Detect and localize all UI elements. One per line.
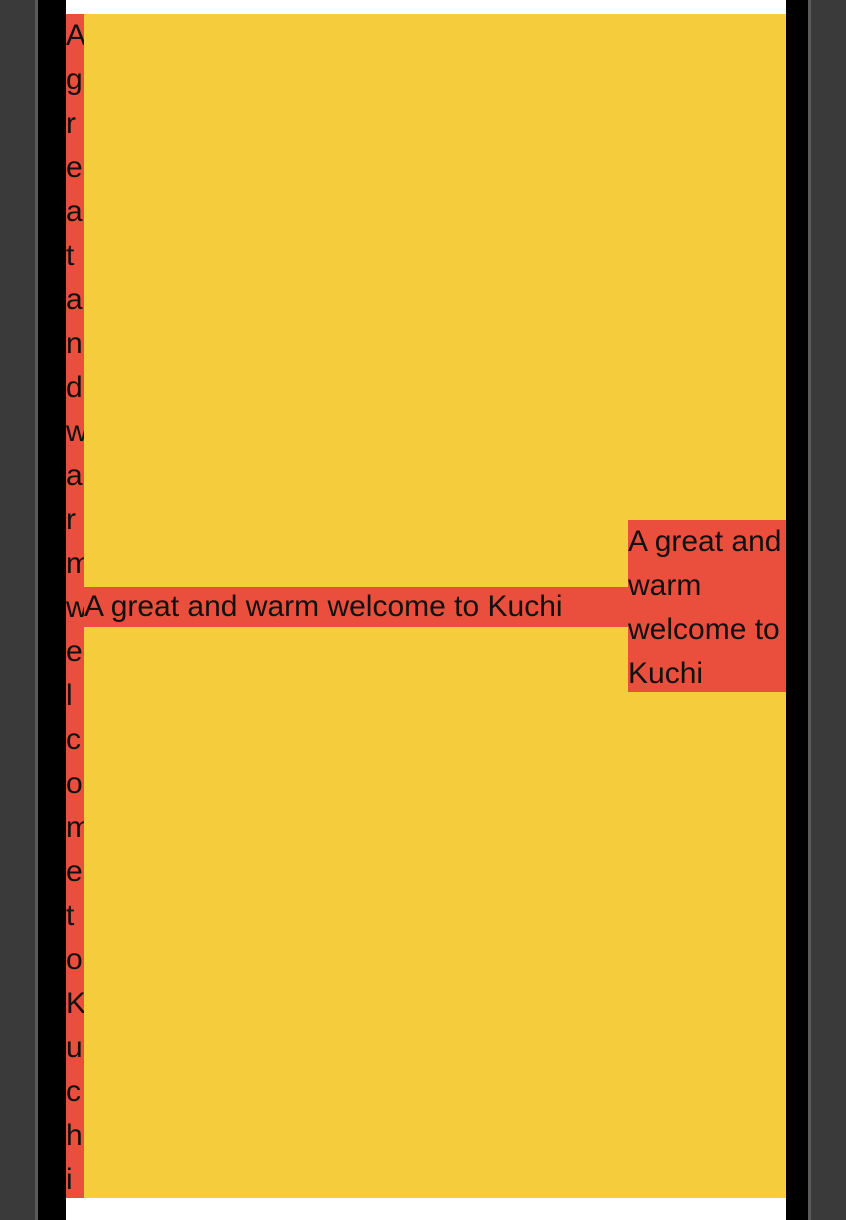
vertical-label-char: g bbox=[66, 63, 83, 96]
vertical-label-char: a bbox=[66, 283, 83, 316]
vertical-label-char: w bbox=[66, 591, 84, 624]
wrapped-welcome-label: A great and warm welcome to Kuchi bbox=[628, 520, 786, 692]
vertical-label-char: l bbox=[66, 679, 73, 712]
vertical-label-char: A bbox=[66, 19, 84, 52]
vertical-label-char: c bbox=[66, 723, 81, 756]
vertical-label-char: h bbox=[66, 1119, 83, 1152]
content-canvas: AgreatandwarmwelcometoKuchi A great and … bbox=[66, 14, 786, 1198]
vertical-label-char: u bbox=[66, 1031, 83, 1064]
vertical-label-char: w bbox=[66, 415, 84, 448]
vertical-label-char: n bbox=[66, 327, 83, 360]
vertical-label-char: c bbox=[66, 1075, 81, 1108]
vertical-label-char: a bbox=[66, 195, 83, 228]
vertical-label-char: K bbox=[66, 987, 84, 1020]
vertical-label-char: r bbox=[66, 107, 76, 140]
vertical-label-char: d bbox=[66, 371, 83, 404]
vertical-label-char: i bbox=[66, 1163, 73, 1196]
vertical-label-char: o bbox=[66, 943, 83, 976]
vertical-label-char: e bbox=[66, 855, 83, 888]
vertical-label-char: m bbox=[66, 811, 84, 844]
vertical-label-char: o bbox=[66, 767, 83, 800]
vertical-label-char: t bbox=[66, 899, 75, 932]
vertical-label-char: e bbox=[66, 635, 83, 668]
device-frame-right bbox=[808, 0, 846, 1220]
vertical-label-char: t bbox=[66, 239, 75, 272]
vertical-label-char: e bbox=[66, 151, 83, 184]
horizontal-welcome-label: A great and warm welcome to Kuchi bbox=[84, 587, 628, 627]
device-frame-left bbox=[0, 0, 38, 1220]
device-screen: AgreatandwarmwelcometoKuchi A great and … bbox=[66, 0, 786, 1220]
vertical-label-char: m bbox=[66, 547, 84, 580]
vertical-label-char: a bbox=[66, 459, 83, 492]
vertical-welcome-label: AgreatandwarmwelcometoKuchi bbox=[66, 14, 84, 1198]
vertical-label-char: r bbox=[66, 503, 76, 536]
